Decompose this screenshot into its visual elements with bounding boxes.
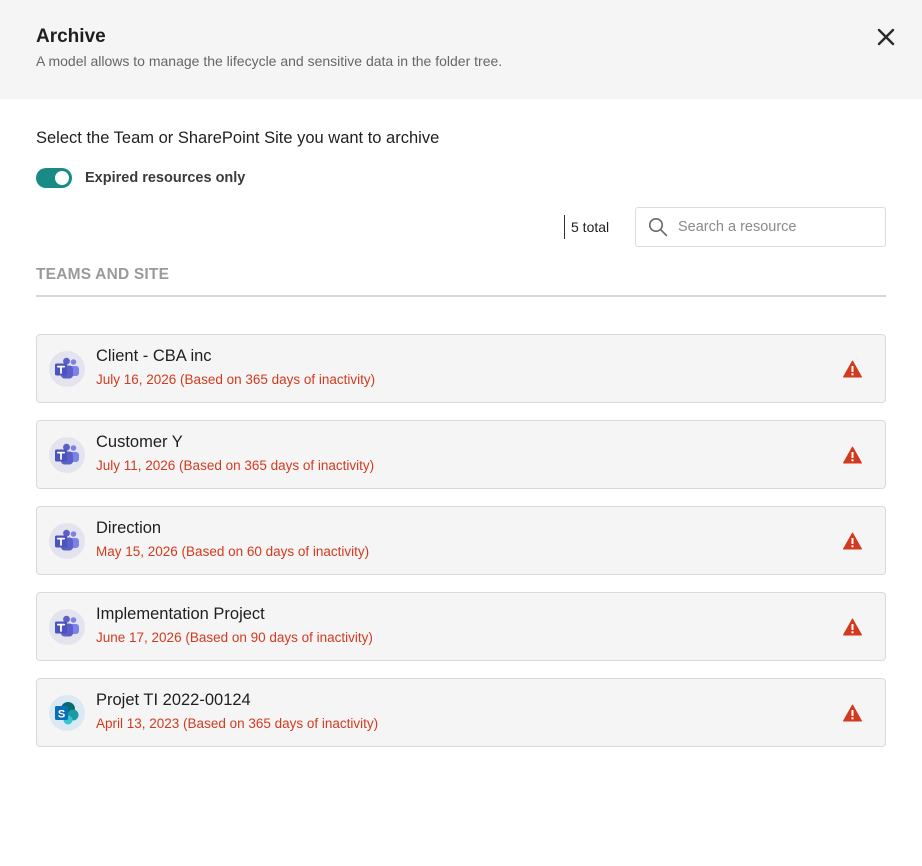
resource-avatar	[49, 609, 85, 645]
total-count: 5 total	[564, 215, 609, 239]
resource-expiry-date: April 13, 2023 (Based on 365 days of ina…	[96, 716, 379, 731]
resource-item[interactable]: Direction May 15, 2026 (Based on 60 days…	[36, 506, 886, 575]
teams-icon	[55, 615, 79, 637]
toggle-label: Expired resources only	[85, 170, 246, 186]
search-input[interactable]	[678, 219, 868, 235]
search-box	[635, 207, 886, 247]
teams-icon	[55, 357, 79, 379]
search-icon	[649, 218, 668, 237]
resource-list: Client - CBA inc July 16, 2026 (Based on…	[36, 334, 886, 764]
expired-filter: Expired resources only	[36, 167, 245, 189]
resource-item[interactable]: Customer Y July 11, 2026 (Based on 365 d…	[36, 420, 886, 489]
expired-only-toggle[interactable]	[36, 168, 72, 188]
resource-expiry-date: July 11, 2026 (Based on 365 days of inac…	[96, 458, 375, 473]
resource-avatar	[49, 437, 85, 473]
resource-item[interactable]: Client - CBA inc July 16, 2026 (Based on…	[36, 334, 886, 403]
svg-text:S: S	[58, 709, 65, 721]
warning-icon	[843, 532, 862, 550]
warning-icon	[843, 446, 862, 464]
resource-name: Customer Y	[96, 433, 183, 451]
resource-name: Projet TI 2022-00124	[96, 691, 251, 709]
resource-name: Client - CBA inc	[96, 347, 212, 365]
teams-icon	[55, 529, 79, 551]
resource-avatar	[49, 351, 85, 387]
warning-icon	[843, 704, 862, 722]
sharepoint-icon: S	[55, 702, 79, 725]
warning-icon	[843, 618, 862, 636]
resource-name: Implementation Project	[96, 605, 265, 623]
selection-prompt: Select the Team or SharePoint Site you w…	[36, 129, 440, 147]
teams-icon	[55, 443, 79, 465]
resource-name: Direction	[96, 519, 162, 537]
close-icon	[877, 28, 895, 46]
warning-icon	[843, 360, 862, 378]
modal-subtitle: A model allows to manage the lifecycle a…	[36, 53, 503, 69]
resource-expiry-date: June 17, 2026 (Based on 90 days of inact…	[96, 630, 373, 645]
modal-title: Archive	[36, 26, 106, 47]
resource-avatar	[49, 523, 85, 559]
resource-item[interactable]: S Projet TI 2022-00124 April 13, 2023 (B…	[36, 678, 886, 747]
close-button[interactable]	[872, 23, 900, 51]
resource-expiry-date: July 16, 2026 (Based on 365 days of inac…	[96, 372, 376, 387]
toggle-knob	[55, 171, 69, 185]
modal-header: Archive A model allows to manage the lif…	[0, 0, 922, 99]
resource-avatar: S	[49, 695, 85, 731]
resource-item[interactable]: Implementation Project June 17, 2026 (Ba…	[36, 592, 886, 661]
resource-expiry-date: May 15, 2026 (Based on 60 days of inacti…	[96, 544, 370, 559]
section-title: TEAMS AND SITE	[36, 266, 886, 297]
